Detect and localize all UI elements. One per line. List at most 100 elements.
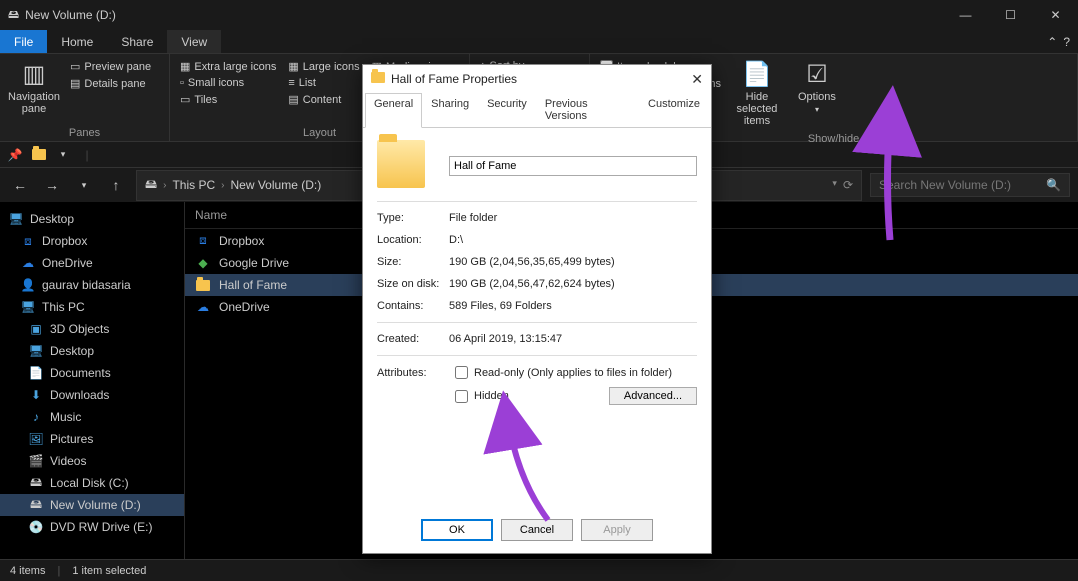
dialog-titlebar: Hall of Fame Properties ✕ — [363, 65, 711, 93]
sidebar-item-this-pc[interactable]: 🖥This PC — [0, 296, 184, 318]
contains-label: Contains: — [377, 300, 449, 312]
preview-pane-button[interactable]: ▭Preview pane — [70, 60, 151, 73]
navigation-pane-label: Navigation pane — [6, 91, 62, 115]
content-button[interactable]: ▤Content — [288, 93, 359, 106]
list-button[interactable]: ≡List — [288, 77, 359, 89]
apply-button[interactable]: Apply — [581, 519, 653, 541]
drive-icon: 🖴 — [28, 475, 44, 491]
advanced-button[interactable]: Advanced... — [609, 387, 697, 405]
created-value: 06 April 2019, 13:15:47 — [449, 333, 697, 345]
options-button[interactable]: ☑ Options ▾ — [787, 58, 847, 116]
readonly-label: Read-only (Only applies to files in fold… — [474, 367, 672, 379]
ribbon-collapse-icon[interactable]: ⌃ ? — [1039, 30, 1078, 53]
large-icons-button[interactable]: ▦Large icons — [288, 60, 359, 73]
drive-icon: 🖴 — [8, 6, 19, 25]
file-menu[interactable]: File — [0, 30, 47, 53]
refresh-icon[interactable]: ⟳ — [843, 178, 853, 192]
tiles-button[interactable]: ▭Tiles — [180, 93, 276, 106]
back-button[interactable]: ← — [8, 173, 32, 197]
close-button[interactable]: ✕ — [1033, 0, 1078, 30]
sidebar-item-user[interactable]: 👤gaurav bidasaria — [0, 274, 184, 296]
divider: | — [57, 565, 60, 577]
dialog-body: Type:File folder Location:D:\ Size:190 G… — [363, 128, 711, 425]
tab-share[interactable]: Share — [107, 30, 167, 53]
dropbox-icon: ⧈ — [195, 233, 211, 248]
onedrive-icon: ☁ — [20, 255, 36, 271]
drive-icon: 🖴 — [145, 175, 157, 196]
search-placeholder: Search New Volume (D:) — [879, 178, 1011, 192]
hide-selected-label: Hide selected items — [729, 91, 785, 127]
preview-pane-icon: ▭ — [70, 60, 80, 73]
dropbox-icon: ⧈ — [20, 233, 36, 249]
sidebar-item-pictures[interactable]: 🖼Pictures — [0, 428, 184, 450]
sizeondisk-label: Size on disk: — [377, 278, 449, 290]
sidebar-item-desktop[interactable]: 🖥Desktop — [0, 208, 184, 230]
type-value: File folder — [449, 212, 697, 224]
dialog-close-button[interactable]: ✕ — [691, 71, 703, 88]
music-icon: ♪ — [28, 409, 44, 425]
sidebar-item-new-volume-d[interactable]: 🖴New Volume (D:) — [0, 494, 184, 516]
sidebar-item-desktop2[interactable]: 🖥Desktop — [0, 340, 184, 362]
crumb-this-pc[interactable]: This PC — [172, 178, 215, 192]
navigation-pane-button[interactable]: ▥ Navigation pane — [4, 58, 64, 117]
cancel-button[interactable]: Cancel — [501, 519, 573, 541]
grid-icon: ▫ — [180, 77, 184, 89]
sidebar-item-documents[interactable]: 📄Documents — [0, 362, 184, 384]
properties-dialog: Hall of Fame Properties ✕ General Sharin… — [362, 64, 712, 554]
disc-icon: 💿 — [28, 519, 44, 535]
extra-large-icons-button[interactable]: ▦Extra large icons — [180, 60, 276, 73]
pin-icon[interactable]: 📌 — [6, 146, 24, 164]
folder-name-input[interactable] — [449, 156, 697, 176]
tiles-icon: ▭ — [180, 93, 190, 106]
search-icon: 🔍 — [1046, 178, 1061, 192]
readonly-checkbox[interactable] — [455, 366, 468, 379]
sidebar-item-3d-objects[interactable]: ▣3D Objects — [0, 318, 184, 340]
up-button[interactable]: ↑ — [104, 173, 128, 197]
search-input[interactable]: Search New Volume (D:) 🔍 — [870, 173, 1070, 197]
forward-button[interactable]: → — [40, 173, 64, 197]
tab-sharing[interactable]: Sharing — [422, 93, 478, 127]
hidden-checkbox[interactable] — [455, 390, 468, 403]
gdrive-icon: ◆ — [195, 256, 211, 270]
details-pane-icon: ▤ — [70, 77, 80, 90]
crumb-volume[interactable]: New Volume (D:) — [231, 178, 322, 192]
chevron-down-icon[interactable]: ▾ — [832, 178, 837, 192]
sidebar-item-videos[interactable]: 🎬Videos — [0, 450, 184, 472]
desktop-icon: 🖥 — [8, 211, 24, 227]
downloads-icon: ⬇ — [28, 387, 44, 403]
folder-icon — [371, 72, 385, 86]
desktop-icon: 🖥 — [28, 343, 44, 359]
location-value: D:\ — [449, 234, 697, 246]
chevron-down-icon[interactable]: ▾ — [54, 146, 72, 164]
tab-security[interactable]: Security — [478, 93, 536, 127]
tab-previous-versions[interactable]: Previous Versions — [536, 93, 639, 127]
hide-selected-items-button[interactable]: 📄 Hide selected items — [727, 58, 787, 129]
status-bar: 4 items | 1 item selected — [0, 559, 1078, 581]
sidebar-item-music[interactable]: ♪Music — [0, 406, 184, 428]
sidebar-item-dropbox[interactable]: ⧈Dropbox — [0, 230, 184, 252]
created-label: Created: — [377, 333, 449, 345]
folder-icon[interactable] — [30, 146, 48, 164]
tab-view[interactable]: View — [167, 30, 221, 53]
history-dropdown[interactable]: ▾ — [72, 173, 96, 197]
sidebar-item-onedrive[interactable]: ☁OneDrive — [0, 252, 184, 274]
content-icon: ▤ — [288, 93, 298, 106]
divider: | — [78, 146, 96, 164]
sidebar-item-dvd-rw[interactable]: 💿DVD RW Drive (E:) — [0, 516, 184, 538]
tab-customize[interactable]: Customize — [639, 93, 709, 127]
drive-icon: 🖴 — [28, 497, 44, 513]
onedrive-icon: ☁ — [195, 300, 211, 314]
tab-home[interactable]: Home — [47, 30, 107, 53]
grid-icon: ▦ — [288, 60, 298, 73]
small-icons-button[interactable]: ▫Small icons — [180, 77, 276, 89]
user-icon: 👤 — [20, 277, 36, 293]
minimize-button[interactable]: — — [943, 0, 988, 30]
navigation-sidebar: 🖥Desktop ⧈Dropbox ☁OneDrive 👤gaurav bida… — [0, 202, 185, 574]
sidebar-item-downloads[interactable]: ⬇Downloads — [0, 384, 184, 406]
ok-button[interactable]: OK — [421, 519, 493, 541]
options-label: Options — [798, 91, 836, 103]
tab-general[interactable]: General — [365, 93, 422, 128]
details-pane-button[interactable]: ▤Details pane — [70, 77, 151, 90]
maximize-button[interactable]: ☐ — [988, 0, 1033, 30]
sidebar-item-local-disk-c[interactable]: 🖴Local Disk (C:) — [0, 472, 184, 494]
